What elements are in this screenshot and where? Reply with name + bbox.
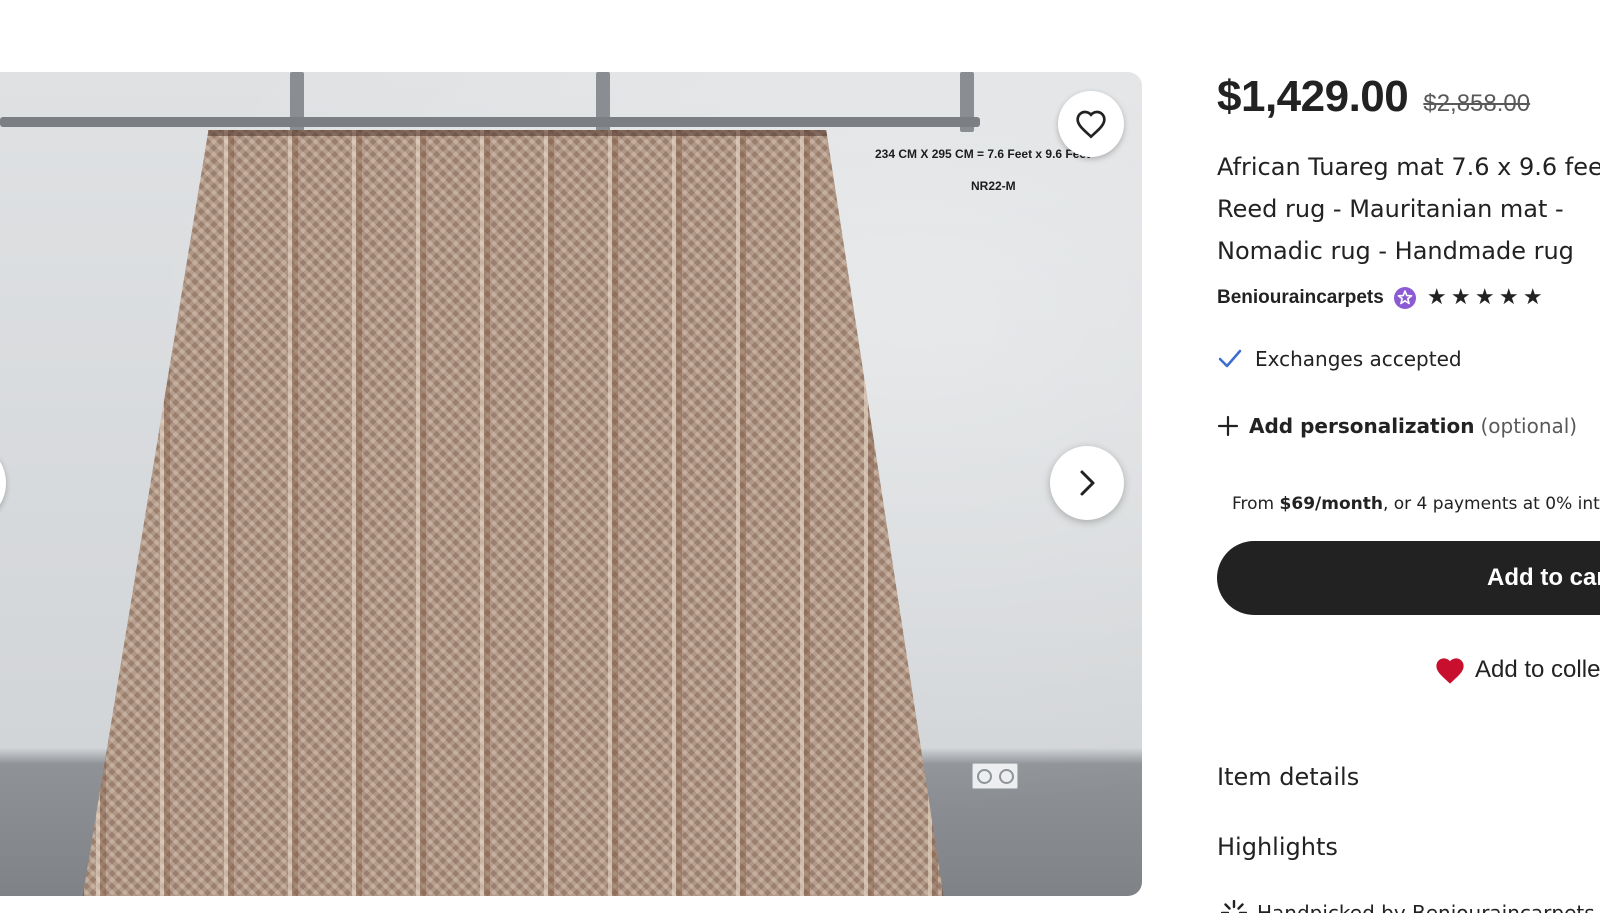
add-to-collection-label: Add to collection (1475, 656, 1600, 683)
exchanges-label: Exchanges accepted (1255, 347, 1462, 371)
exchanges-feature: Exchanges accepted (1217, 347, 1462, 371)
item-details-heading[interactable]: Item details (1217, 763, 1359, 791)
star-seller-badge-icon (1393, 287, 1416, 309)
rating-stars[interactable]: ★ ★ ★ ★ ★ (1427, 287, 1547, 309)
star-icon: ★ (1474, 285, 1495, 310)
star-icon: ★ (1522, 285, 1543, 310)
product-image[interactable] (0, 72, 1142, 896)
star-icon: ★ (1498, 285, 1519, 310)
handpicked-label: Handpicked by Beniouraincarpets (1257, 901, 1595, 913)
rug-border (78, 130, 948, 896)
star-icon: ★ (1450, 285, 1471, 310)
installment-info: From $69/month, or 4 payments at 0% inte… (1232, 494, 1600, 514)
favorite-button[interactable] (1058, 91, 1124, 157)
star-icon: ★ (1426, 285, 1447, 310)
price-row: $1,429.00 $2,858.00 (1217, 72, 1530, 122)
product-code-label: NR22-M (971, 179, 1016, 193)
handpicked-row: Handpicked by Beniouraincarpets (1221, 900, 1595, 913)
add-personalization-toggle[interactable]: Add personalization (optional) (1217, 414, 1577, 438)
dimension-label: 234 CM X 295 CM = 7.6 Feet x 9.6 Feet (875, 147, 1091, 161)
wall-outlet (972, 763, 1018, 789)
highlights-heading: Highlights (1217, 833, 1338, 861)
plus-icon (1217, 415, 1239, 437)
add-to-collection-button[interactable]: Add to collection (1433, 655, 1600, 685)
heart-filled-icon (1436, 658, 1464, 684)
product-info-panel: $1,429.00 $2,858.00 African Tuareg mat 7… (1217, 0, 1600, 913)
optional-label: (optional) (1480, 414, 1578, 438)
installment-prefix: From (1232, 494, 1280, 514)
product-title: African Tuareg mat 7.6 x 9.6 feet - Reed… (1217, 153, 1600, 265)
current-price: $1,429.00 (1217, 72, 1409, 121)
sparkle-icon (1221, 900, 1247, 913)
original-price: $2,858.00 (1423, 90, 1531, 117)
next-image-button[interactable] (1050, 446, 1124, 520)
shop-name-link[interactable]: Beniouraincarpets (1217, 287, 1384, 309)
shop-row: Beniouraincarpets ★ ★ ★ ★ ★ (1217, 286, 1547, 310)
add-to-cart-button[interactable]: Add to cart (1217, 541, 1600, 615)
heart-outline-icon (1076, 110, 1106, 139)
personalization-label: Add personalization (1249, 414, 1475, 438)
hanging-rail (0, 117, 980, 127)
installment-monthly: $69/month (1279, 494, 1383, 514)
checkmark-icon (1218, 349, 1242, 368)
installment-suffix: , or 4 payments at 0% interest (1382, 494, 1600, 514)
chevron-right-icon (1080, 470, 1095, 496)
